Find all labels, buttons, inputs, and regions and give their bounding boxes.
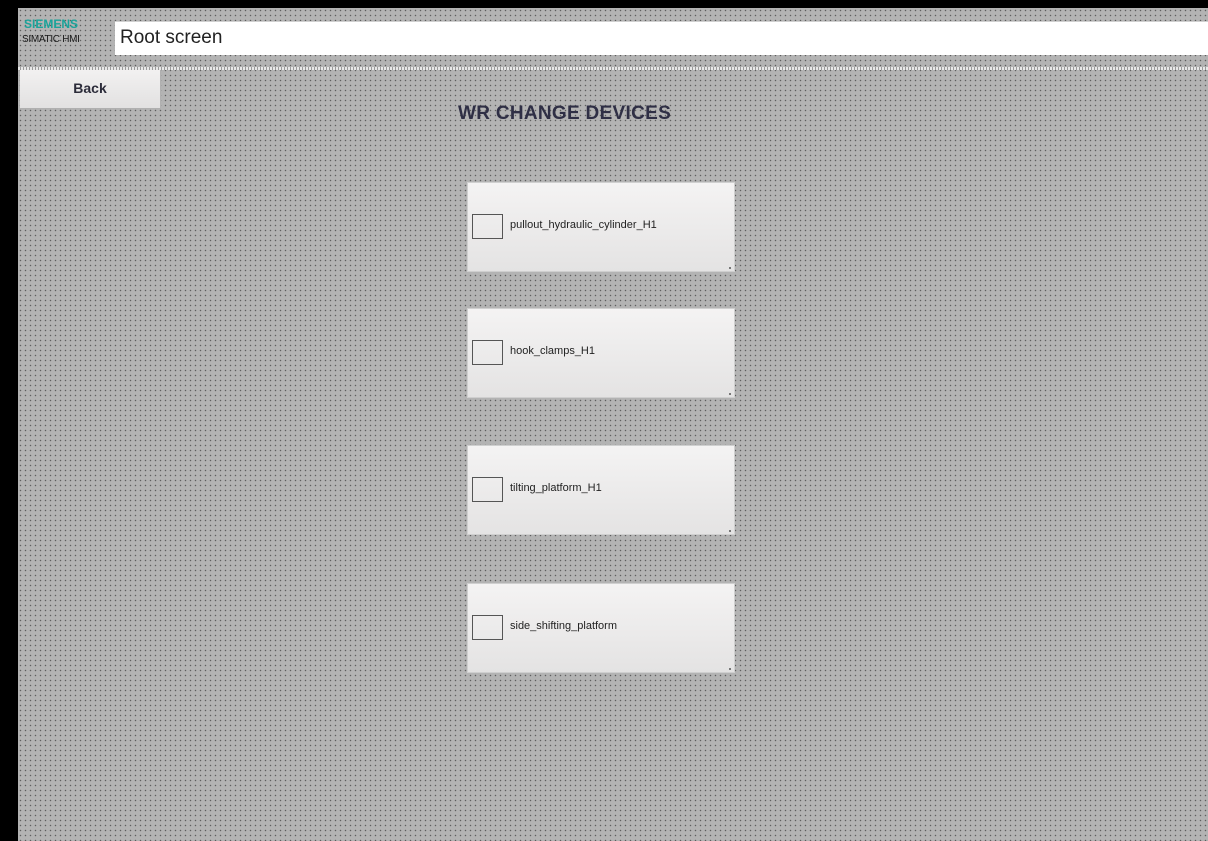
device-label: side_shifting_platform: [510, 620, 618, 632]
product-name: SIMATIC HMI: [22, 34, 80, 45]
corner-mark: [729, 668, 731, 670]
hmi-workspace: SIEMENS SIMATIC HMI Root screen Back WR …: [18, 8, 1208, 841]
device-label: pullout_hydraulic_cylinder_H1: [510, 219, 657, 231]
hmi-frame: SIEMENS SIMATIC HMI Root screen Back WR …: [0, 0, 1208, 841]
status-indicator: [472, 214, 503, 239]
corner-mark: [729, 530, 731, 532]
header: SIEMENS SIMATIC HMI Root screen: [18, 8, 1208, 70]
status-indicator: [472, 477, 503, 502]
page-title: WR CHANGE DEVICES: [458, 103, 672, 124]
screen-name: Root screen: [120, 27, 223, 48]
status-indicator: [472, 340, 503, 365]
corner-mark: [729, 267, 731, 269]
device-button-pullout-hydraulic-cylinder[interactable]: pullout_hydraulic_cylinder_H1: [468, 183, 734, 271]
device-label: tilting_platform_H1: [510, 482, 602, 494]
device-label: hook_clamps_H1: [510, 345, 595, 357]
device-button-side-shifting-platform[interactable]: side_shifting_platform: [468, 584, 734, 672]
header-divider: [18, 67, 1208, 70]
device-button-hook-clamps[interactable]: hook_clamps_H1: [468, 309, 734, 397]
corner-mark: [729, 393, 731, 395]
back-button[interactable]: Back: [20, 70, 161, 109]
brand-logo: SIEMENS: [24, 17, 79, 31]
status-indicator: [472, 615, 503, 640]
device-button-tilting-platform[interactable]: tilting_platform_H1: [468, 446, 734, 534]
back-button-label: Back: [73, 80, 107, 96]
title-bar: Root screen: [115, 21, 1208, 55]
